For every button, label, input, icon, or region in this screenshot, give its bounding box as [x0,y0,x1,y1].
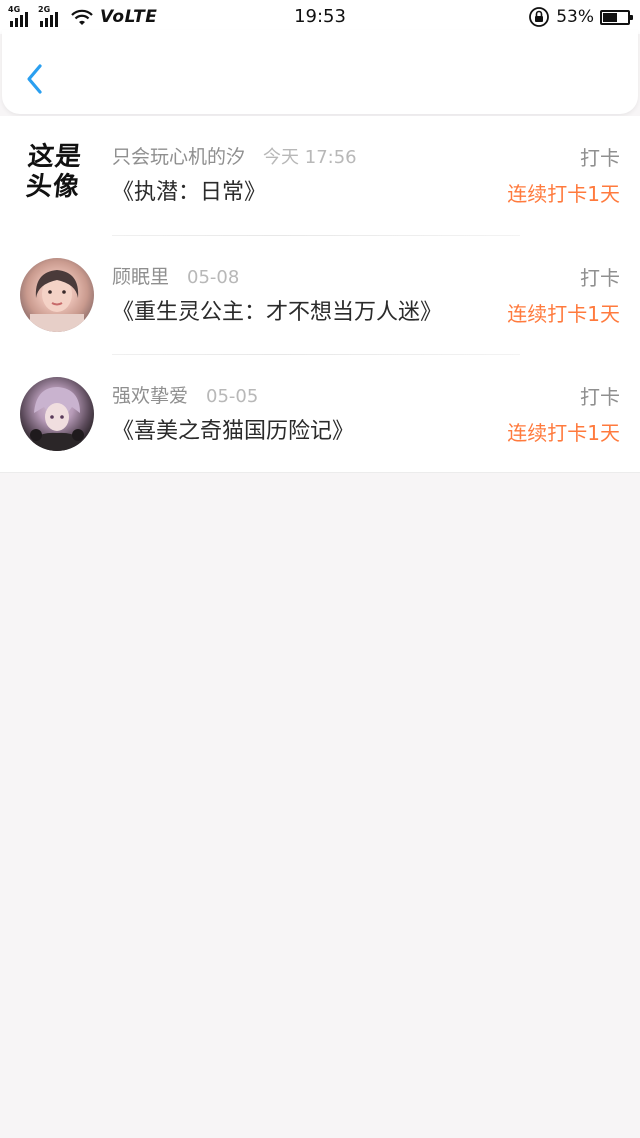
checkin-date: 05-08 [187,266,240,288]
action-label: 打卡 [580,265,620,290]
user-name[interactable]: 顾眠里 05-08 [112,262,239,289]
avatar-photo [28,387,86,451]
action-label: 打卡 [580,146,620,170]
avatar[interactable]: 这是 头像 [20,138,94,212]
checkin-date: 05-05 [206,386,259,407]
user-name-text: 只会玩心机的汐 [112,146,246,168]
avatar-text-line-1: 这是 [26,142,84,172]
streak-label: 连续打卡1天 [507,421,620,445]
list-item[interactable]: 强欢挚爱 05-05 《喜美之奇猫国历险记》 打卡 连续打卡1天 [0,355,640,475]
book-title[interactable]: 《喜美之奇猫国历险记》 [112,413,354,445]
list-item[interactable]: 这是 头像 只会玩心机的汐 今天 17:56 《执潜：日常》 打卡 连续打卡1天 [0,116,640,236]
user-name-text: 顾眠里 [112,265,170,288]
book-title[interactable]: 《重生灵公主：才不想当万人迷》 [112,294,442,326]
checkin-date: 今天 17:56 [263,147,357,168]
action-label: 打卡 [580,385,620,409]
chevron-left-icon [27,64,42,94]
list-item[interactable]: 顾眠里 05-08 《重生灵公主：才不想当万人迷》 打卡 连续打卡1天 [0,236,640,355]
rotation-lock-icon [529,7,550,27]
back-button[interactable] [18,58,58,98]
status-bar-right: 53% [528,5,633,29]
user-name[interactable]: 只会玩心机的汐 今天 17:56 [112,142,357,169]
avatar[interactable] [20,257,94,332]
avatar[interactable] [20,377,94,451]
battery-percent: 53% [556,7,594,27]
battery-fill [603,12,617,22]
battery-icon [600,9,633,25]
user-name[interactable]: 强欢挚爱 05-05 [112,381,258,408]
book-title[interactable]: 《执潜：日常》 [112,174,266,206]
avatar-text-line-2: 头像 [24,172,82,202]
streak-label: 连续打卡1天 [507,182,620,206]
avatar-photo [30,269,84,332]
streak-label: 连续打卡1天 [507,301,620,326]
user-name-text: 强欢挚爱 [112,385,189,407]
header [2,30,638,114]
checkin-list: 这是 头像 只会玩心机的汐 今天 17:56 《执潜：日常》 打卡 连续打卡1天 … [0,116,640,473]
status-bar: 4G 2G VoLTE 19:53 53% [0,0,640,34]
